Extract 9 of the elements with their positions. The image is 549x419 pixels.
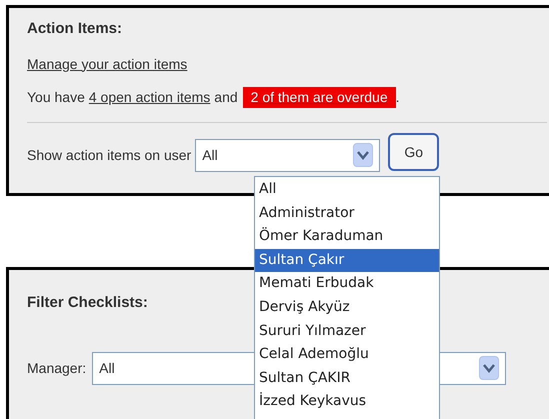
manager-label: Manager: — [27, 358, 86, 378]
select-value: All — [99, 358, 115, 378]
user-label: Show action items on user — [27, 146, 192, 164]
select-value: All — [202, 146, 218, 164]
summary-text: . — [396, 88, 400, 106]
summary-text: and — [214, 88, 238, 106]
section-title: Action Items: — [27, 19, 122, 39]
summary-text: You have — [27, 88, 85, 106]
section-title: Filter Checklists: — [27, 293, 148, 313]
